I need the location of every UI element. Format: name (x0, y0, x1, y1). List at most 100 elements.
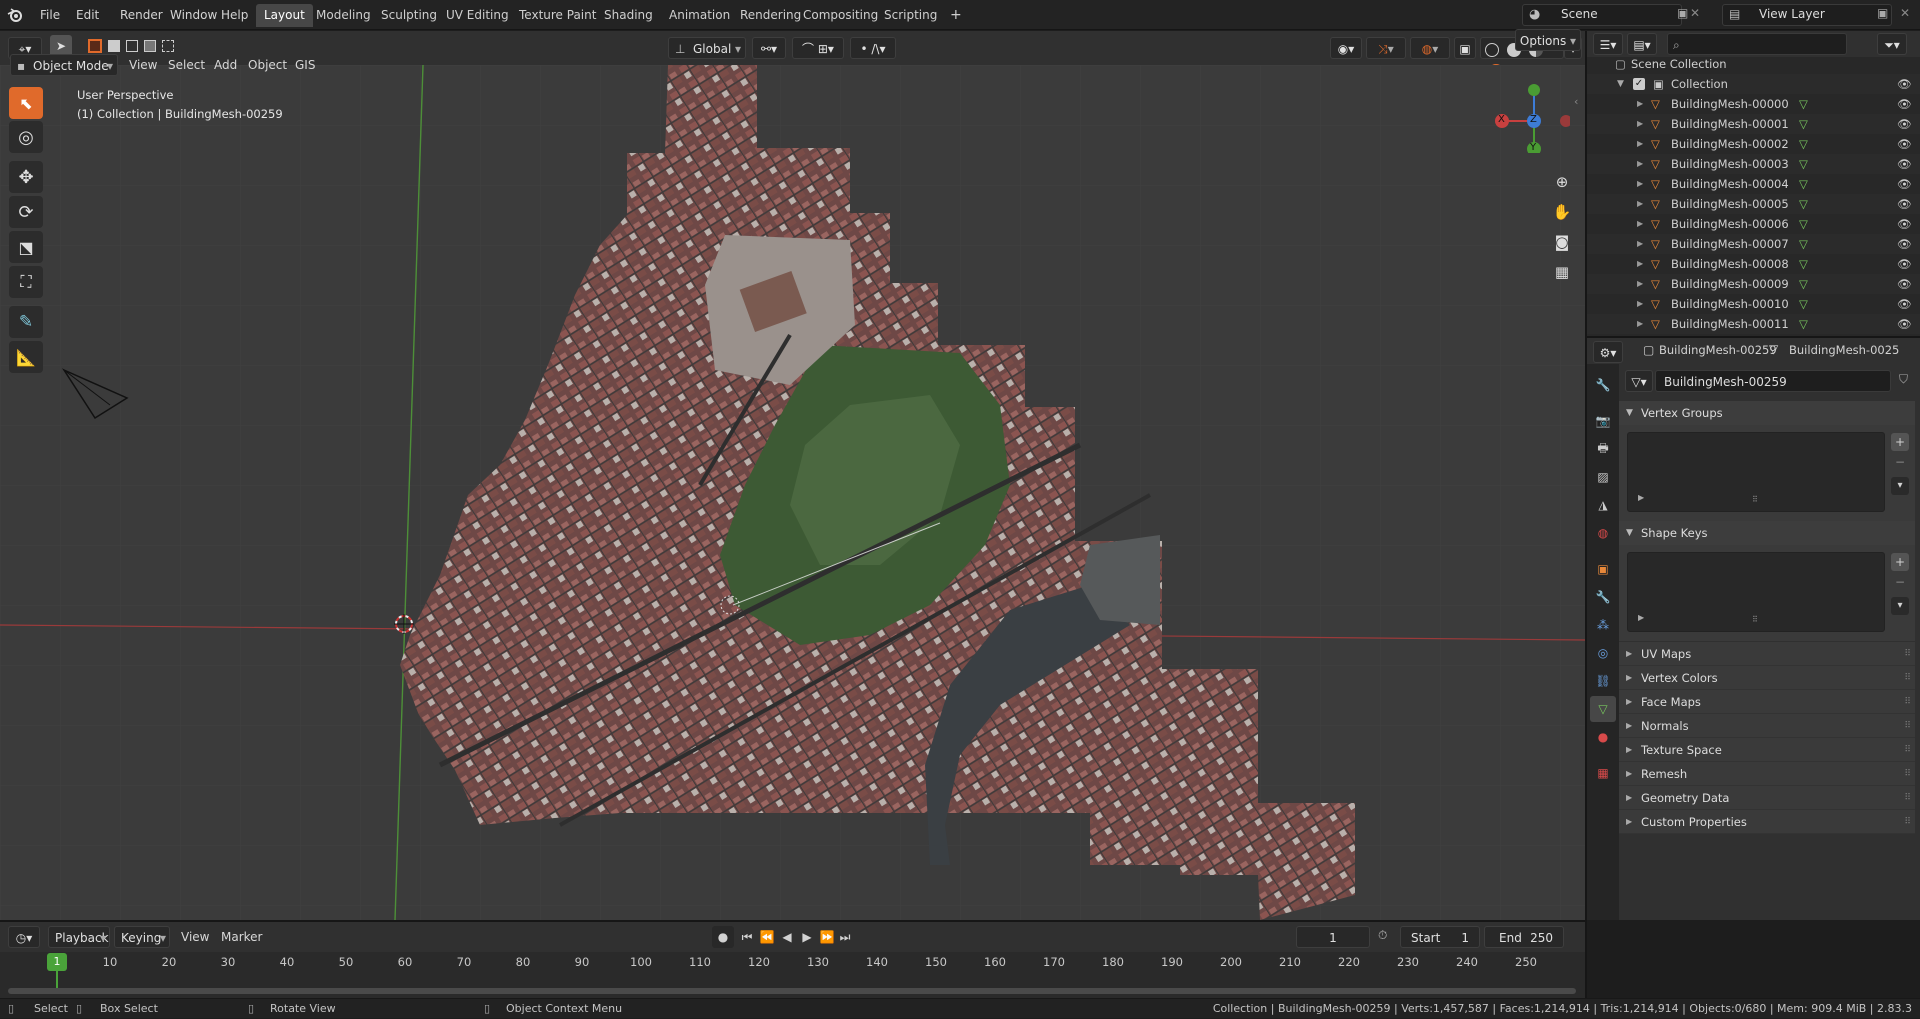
outliner-search[interactable]: ⌕ (1667, 33, 1847, 55)
drag-grip-icon[interactable]: ⠿ (1904, 642, 1911, 666)
shape-key-specials-button[interactable]: ▾ (1891, 597, 1909, 615)
resize-grip-icon[interactable]: ⠿ (1752, 495, 1758, 504)
menu-edit[interactable]: Edit (70, 5, 105, 25)
expand-arrow-icon[interactable]: ▶ (1637, 254, 1643, 274)
prev-keyframe-icon[interactable]: ⏪ (758, 926, 776, 948)
timeline-editor-type[interactable]: ◷▾ (8, 926, 40, 948)
menu-view[interactable]: View (124, 54, 162, 76)
expand-arrow-icon[interactable]: ▶ (1637, 234, 1643, 254)
panel-custom-properties[interactable]: ▶ Custom Properties ⠿ (1619, 810, 1915, 834)
ortho-toggle-button[interactable]: ▦ (1548, 258, 1576, 286)
eye-icon[interactable]: 👁 (1897, 154, 1912, 174)
tab-shading[interactable]: Shading (596, 4, 661, 27)
tab-layout[interactable]: Layout (256, 4, 313, 27)
outliner-editor-type[interactable]: ☰▾ (1593, 33, 1623, 55)
eye-icon[interactable]: 👁 (1897, 294, 1912, 314)
eye-icon[interactable]: 👁 (1897, 234, 1912, 254)
tool-select-box[interactable]: ⬉ (9, 87, 43, 119)
panel-uv-maps[interactable]: ▶ UV Maps ⠿ (1619, 642, 1915, 666)
menu-view[interactable]: View (176, 926, 214, 948)
tab-modifiers[interactable]: 🔧 (1590, 584, 1616, 610)
expand-arrow-icon[interactable]: ▶ (1637, 134, 1643, 154)
eye-icon[interactable]: 👁 (1897, 114, 1912, 134)
drag-grip-icon[interactable]: ⠿ (1904, 714, 1911, 738)
mesh-name-field[interactable]: BuildingMesh-00259 (1655, 370, 1891, 392)
current-frame-field[interactable]: 1 (1296, 926, 1370, 948)
eye-icon[interactable]: 👁 (1897, 134, 1912, 154)
menu-keying[interactable]: Keying ▾ (114, 926, 170, 948)
tab-scene[interactable]: ◮ (1590, 492, 1616, 518)
tab-texture[interactable]: ▦ (1590, 760, 1616, 786)
jump-end-icon[interactable]: ⏭ (836, 926, 854, 948)
tab-object[interactable]: ▣ (1590, 556, 1616, 582)
panel-vertex-colors[interactable]: ▶ Vertex Colors ⠿ (1619, 666, 1915, 690)
add-shape-key-button[interactable]: + (1891, 553, 1909, 571)
jump-start-icon[interactable]: ⏮ (738, 926, 756, 948)
scene-collection-row[interactable]: ▢ Scene Collection (1587, 54, 1920, 74)
tab-tool[interactable]: 🔧 (1590, 372, 1616, 398)
outliner-item[interactable]: ▶ ▽ BuildingMesh-00009 ▽ 👁 (1587, 274, 1920, 294)
mesh-data-icon[interactable]: ▽ (1799, 194, 1808, 214)
display-mode-dropdown[interactable]: ▤▾ (1627, 33, 1657, 55)
drag-grip-icon[interactable]: ⠿ (1904, 738, 1911, 762)
outliner-item[interactable]: ▶ ▽ BuildingMesh-00008 ▽ 👁 (1587, 254, 1920, 274)
panel-remesh[interactable]: ▶ Remesh ⠿ (1619, 762, 1915, 786)
vertex-groups-list[interactable]: ▶ ⠿ (1627, 432, 1885, 512)
eye-icon[interactable]: 👁 (1897, 274, 1912, 294)
drag-grip-icon[interactable]: ⠿ (1904, 690, 1911, 714)
outliner-item[interactable]: ▶ ▽ BuildingMesh-00001 ▽ 👁 (1587, 114, 1920, 134)
next-keyframe-icon[interactable]: ⏩ (818, 926, 836, 948)
tab-particles[interactable]: ⁂ (1590, 612, 1616, 638)
remove-scene-icon[interactable]: ✕ (1690, 6, 1700, 20)
shape-keys-panel-header[interactable]: ▼ Shape Keys (1619, 521, 1915, 545)
tool-move[interactable]: ✥ (9, 161, 43, 193)
remove-vertex-group-button[interactable]: − (1891, 453, 1909, 471)
mesh-data-icon[interactable]: ▽ (1799, 294, 1808, 314)
menu-add[interactable]: Add (209, 54, 242, 76)
mesh-data-icon[interactable]: ▽ (1799, 214, 1808, 234)
eye-icon[interactable]: 👁 (1897, 314, 1912, 334)
eye-icon[interactable]: 👁 (1897, 254, 1912, 274)
zoom-button[interactable]: ⊕ (1548, 168, 1576, 196)
menu-gis[interactable]: GIS (290, 54, 320, 76)
tab-modeling[interactable]: Modeling (308, 4, 379, 27)
expand-arrow-icon[interactable]: ▶ (1637, 194, 1643, 214)
mesh-data-icon[interactable]: ▽ (1799, 234, 1808, 254)
mesh-data-icon[interactable]: ▽ (1799, 254, 1808, 274)
view-layer-selector[interactable]: ▤ View Layer ▣ (1722, 4, 1892, 26)
tab-animation[interactable]: Animation (661, 4, 738, 27)
menu-marker[interactable]: Marker (216, 926, 267, 948)
add-workspace-button[interactable]: + (942, 4, 970, 27)
expand-arrow-icon[interactable]: ▶ (1637, 174, 1643, 194)
menu-help[interactable]: Help (215, 5, 254, 25)
outliner-item[interactable]: ▶ ▽ BuildingMesh-00004 ▽ 👁 (1587, 174, 1920, 194)
tab-constraints[interactable]: ⛓ (1590, 668, 1616, 694)
fake-user-shield-icon[interactable]: ⛉ (1899, 372, 1908, 387)
mesh-data-icon[interactable]: ▽ (1799, 114, 1808, 134)
scene-selector[interactable]: ◕ Scene ▣ (1522, 4, 1688, 26)
menu-object[interactable]: Object (243, 54, 292, 76)
eye-icon[interactable]: 👁 (1897, 174, 1912, 194)
stopwatch-icon[interactable]: ⏱ (1378, 928, 1387, 943)
add-vertex-group-button[interactable]: + (1891, 433, 1909, 451)
vertex-group-specials-button[interactable]: ▾ (1891, 477, 1909, 495)
new-view-layer-icon[interactable]: ▣ (1877, 6, 1888, 20)
vertex-groups-panel-header[interactable]: ▼ Vertex Groups (1619, 401, 1915, 425)
panel-normals[interactable]: ▶ Normals ⠿ (1619, 714, 1915, 738)
camera-object[interactable] (62, 365, 132, 420)
menu-render[interactable]: Render (114, 5, 169, 25)
navigation-gizmo[interactable]: X Z Y (1490, 83, 1572, 156)
record-icon[interactable]: ● (712, 926, 734, 948)
tool-measure[interactable]: 📐 (9, 341, 43, 373)
eye-icon[interactable]: 👁 (1897, 214, 1912, 234)
timeline-area[interactable]: 1 10 20 30 40 50 60 70 80 90 100 110 120 130 140 150 16… (0, 952, 1585, 998)
object-mode-dropdown[interactable]: ▪ Object Mode ▾ (10, 54, 118, 76)
options-dropdown[interactable]: Options ▾ (1515, 29, 1581, 51)
panel-face-maps[interactable]: ▶ Face Maps ⠿ (1619, 690, 1915, 714)
filter-dropdown[interactable]: ⏷▾ (1877, 33, 1907, 55)
new-scene-icon[interactable]: ▣ (1677, 6, 1688, 20)
tab-texture-paint[interactable]: Texture Paint (511, 4, 604, 27)
drag-grip-icon[interactable]: ⠿ (1904, 810, 1911, 834)
tab-output[interactable]: 🖶 (1590, 436, 1616, 462)
remove-shape-key-button[interactable]: − (1891, 573, 1909, 591)
